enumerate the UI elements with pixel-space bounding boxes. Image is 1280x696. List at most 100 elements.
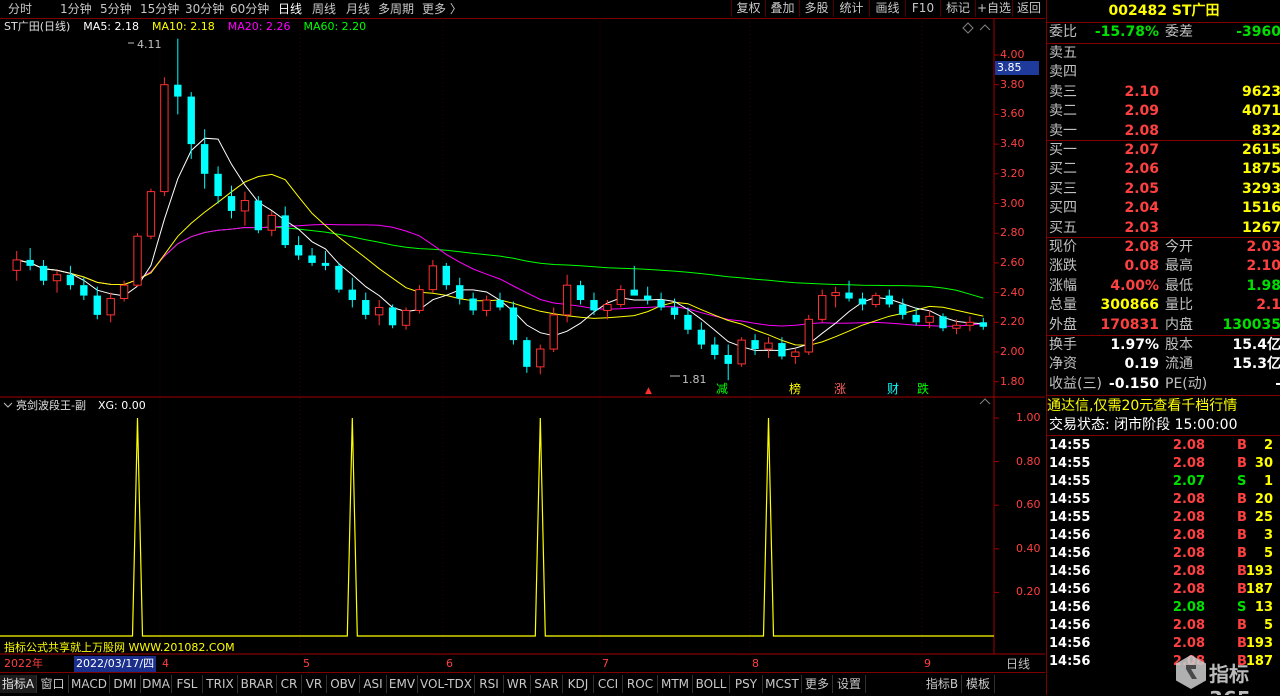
candle-body bbox=[321, 262, 330, 266]
candle-body bbox=[939, 316, 947, 329]
tab-rsi[interactable]: RSI bbox=[475, 675, 504, 693]
f10-button[interactable]: F10 bbox=[905, 0, 940, 17]
x-month-8: 8 bbox=[752, 657, 759, 670]
tab-indicator-b[interactable]: 指标B bbox=[923, 675, 962, 693]
candle bbox=[12, 251, 21, 281]
tab-roc[interactable]: ROC bbox=[623, 675, 658, 693]
tab-kdj[interactable]: KDJ bbox=[563, 675, 594, 693]
tab-brar[interactable]: BRAR bbox=[238, 675, 277, 693]
tab-more[interactable]: 更多 〉 bbox=[422, 1, 462, 17]
event-marker[interactable]: 财 bbox=[887, 382, 899, 396]
tab-wr[interactable]: WR bbox=[504, 675, 531, 693]
tab-vr[interactable]: VR bbox=[302, 675, 327, 693]
add-watchlist-button[interactable]: +自选 bbox=[975, 0, 1012, 17]
tick-time: 14:56 bbox=[1049, 564, 1091, 579]
tick-side: S bbox=[1237, 600, 1247, 615]
candle bbox=[764, 337, 773, 358]
event-marker[interactable]: 榜 bbox=[789, 381, 801, 396]
diamond-icon[interactable] bbox=[962, 22, 974, 34]
quote-value2: 2.1 bbox=[1256, 297, 1280, 314]
overlay-button[interactable]: 叠加 bbox=[765, 0, 799, 17]
tab-1min[interactable]: 1分钟 bbox=[60, 1, 92, 17]
candle-body bbox=[858, 298, 867, 305]
quote-row: 涨幅 4.00% 最低 1.98 bbox=[1047, 277, 1280, 296]
ask-label: 卖五 bbox=[1049, 45, 1077, 61]
candle-body bbox=[294, 245, 303, 256]
collapse-icon[interactable] bbox=[979, 24, 991, 31]
tab-emv[interactable]: EMV bbox=[387, 675, 418, 693]
tick-time: 14:56 bbox=[1049, 618, 1091, 633]
back-button[interactable]: 返回 bbox=[1012, 0, 1045, 17]
candle bbox=[965, 316, 975, 332]
tab-5min[interactable]: 5分钟 bbox=[100, 1, 132, 17]
tab-template[interactable]: 模板 bbox=[962, 675, 995, 693]
tab-indicator-a[interactable]: 指标A bbox=[0, 675, 37, 693]
candle bbox=[388, 304, 397, 329]
cursor-date-label: 2022/03/17/四 bbox=[74, 656, 157, 672]
candle bbox=[362, 292, 370, 320]
quote-label: 涨幅 bbox=[1049, 277, 1077, 294]
tab-trix[interactable]: TRIX bbox=[203, 675, 238, 693]
tab-15min[interactable]: 15分钟 bbox=[140, 1, 179, 17]
tab-obv[interactable]: OBV bbox=[327, 675, 360, 693]
kline-chart[interactable]: 4.11 1.81 减 榜 涨 财 跌 ▲ bbox=[0, 18, 1045, 672]
candle-body bbox=[254, 200, 263, 231]
event-marker[interactable]: 跌 bbox=[917, 381, 929, 396]
tab-more-indicators[interactable]: 更多 bbox=[802, 675, 833, 693]
watermark-logo: 指标365 bbox=[1167, 650, 1280, 695]
candle-body bbox=[684, 314, 692, 330]
event-marker[interactable]: 减 bbox=[716, 382, 728, 396]
tab-boll[interactable]: BOLL bbox=[693, 675, 730, 693]
candle-body bbox=[562, 284, 572, 316]
x-month-5: 5 bbox=[303, 657, 310, 670]
tick-time: 14:55 bbox=[1049, 474, 1091, 489]
tab-daily[interactable]: 日线 bbox=[278, 1, 302, 17]
tab-mcst[interactable]: MCST bbox=[763, 675, 802, 693]
chart-control-icons[interactable] bbox=[962, 22, 991, 405]
candle-body bbox=[348, 289, 357, 301]
candle-body bbox=[818, 295, 827, 320]
statistics-button[interactable]: 统计 bbox=[833, 0, 869, 17]
low-price-label: 1.81 bbox=[682, 373, 707, 386]
quote2-value2: 15.3亿 bbox=[1232, 356, 1280, 373]
tab-cr[interactable]: CR bbox=[277, 675, 302, 693]
tick-side: B bbox=[1237, 492, 1247, 507]
tab-weekly[interactable]: 周线 bbox=[312, 1, 336, 17]
tab-macd[interactable]: MACD bbox=[69, 675, 110, 693]
tab-mtm[interactable]: MTM bbox=[658, 675, 693, 693]
tab-sar[interactable]: SAR bbox=[531, 675, 563, 693]
tab-dmi[interactable]: DMI bbox=[110, 675, 141, 693]
tab-30min[interactable]: 30分钟 bbox=[185, 1, 224, 17]
tab-dma[interactable]: DMA bbox=[141, 675, 172, 693]
tick-side: B bbox=[1237, 438, 1247, 453]
candle-body bbox=[549, 314, 558, 350]
indicator-tabs-bar: 指标A 窗口 MACD DMI DMA FSL TRIX BRAR CR VR … bbox=[0, 672, 1045, 696]
candle-body bbox=[925, 315, 934, 323]
quote-value2: 130035 bbox=[1222, 316, 1280, 333]
restore-rights-button[interactable]: 复权 bbox=[731, 0, 765, 17]
candle-body bbox=[899, 304, 907, 315]
tab-settings[interactable]: 设置 bbox=[833, 675, 866, 693]
y-tick-label: 2.00 bbox=[1000, 345, 1025, 358]
tab-multi-period[interactable]: 多周期 bbox=[378, 1, 414, 17]
tab-60min[interactable]: 60分钟 bbox=[230, 1, 269, 17]
tab-psy[interactable]: PSY bbox=[730, 675, 763, 693]
tab-vol-tdx[interactable]: VOL-TDX bbox=[418, 675, 475, 693]
sub-chart-toggle-icon[interactable] bbox=[3, 402, 13, 408]
mark-button[interactable]: 标记 bbox=[940, 0, 975, 17]
quote-label2: 最低 bbox=[1165, 277, 1193, 294]
draw-line-button[interactable]: 画线 bbox=[869, 0, 905, 17]
tab-asi[interactable]: ASI bbox=[360, 675, 387, 693]
candle bbox=[630, 265, 638, 296]
sub-collapse-icon[interactable] bbox=[979, 398, 991, 405]
tab-monthly[interactable]: 月线 bbox=[346, 1, 370, 17]
tab-cci[interactable]: CCI bbox=[594, 675, 623, 693]
level2-promo-link[interactable]: 通达信,仅需20元查看千档行情 bbox=[1047, 397, 1280, 416]
event-marker[interactable]: 涨 bbox=[834, 381, 846, 396]
sub-chart-legend: 亮剑波段王-副 XG: 0.00 bbox=[16, 399, 146, 413]
multi-stock-button[interactable]: 多股 bbox=[799, 0, 833, 17]
tab-window[interactable]: 窗口 bbox=[37, 675, 69, 693]
tab-fsl[interactable]: FSL bbox=[172, 675, 203, 693]
tick-price: 2.08 bbox=[1172, 438, 1205, 453]
tab-fenshi[interactable]: 分时 bbox=[8, 1, 32, 17]
